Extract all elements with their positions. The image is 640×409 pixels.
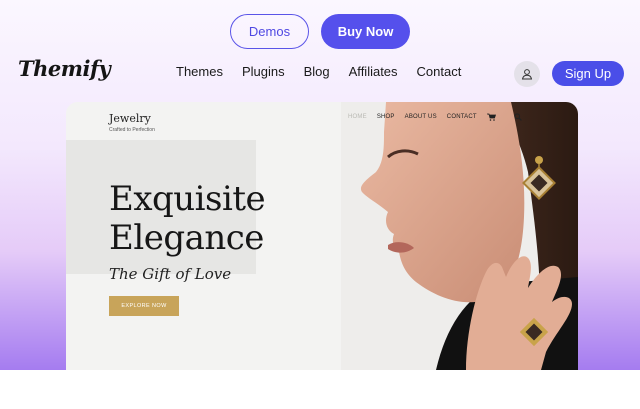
nav-item-plugins[interactable]: Plugins (242, 64, 285, 79)
explore-now-button[interactable]: EXPLORE NOW (109, 296, 179, 316)
site-nav-about[interactable]: ABOUT US (405, 114, 437, 120)
user-icon (521, 69, 533, 80)
hero-heading-line1: Exquisite (109, 179, 266, 219)
themify-logo[interactable]: Themify (18, 56, 111, 81)
site-nav-home[interactable]: HOME (348, 114, 367, 120)
top-cta-group: Demos Buy Now (0, 14, 640, 49)
site-tagline: Crafted to Perfection (109, 127, 155, 133)
demos-button[interactable]: Demos (230, 14, 309, 49)
site-branding[interactable]: Jewelry Crafted to Perfection (109, 112, 155, 133)
site-nav-shop[interactable]: SHOP (377, 114, 395, 120)
site-nav: HOME SHOP ABOUT US CONTACT (348, 113, 522, 121)
user-account-button[interactable] (514, 61, 540, 87)
main-nav: Themes Plugins Blog Affiliates Contact (176, 64, 480, 79)
sign-up-button[interactable]: Sign Up (552, 61, 624, 86)
nav-item-themes[interactable]: Themes (176, 64, 223, 79)
nav-item-blog[interactable]: Blog (304, 64, 330, 79)
site-title[interactable]: Jewelry (109, 112, 155, 125)
search-icon[interactable] (514, 113, 522, 121)
buy-now-button[interactable]: Buy Now (321, 14, 410, 49)
nav-item-contact[interactable]: Contact (417, 64, 462, 79)
hero-heading: Exquisite Elegance (109, 180, 309, 258)
site-nav-contact[interactable]: CONTACT (447, 114, 477, 120)
hero-subheading: The Gift of Love (109, 265, 232, 283)
theme-preview-frame[interactable]: Jewelry Crafted to Perfection HOME SHOP … (66, 102, 578, 370)
nav-item-affiliates[interactable]: Affiliates (349, 64, 398, 79)
hero-heading-line2: Elegance (109, 218, 264, 258)
cart-icon[interactable] (486, 113, 496, 121)
